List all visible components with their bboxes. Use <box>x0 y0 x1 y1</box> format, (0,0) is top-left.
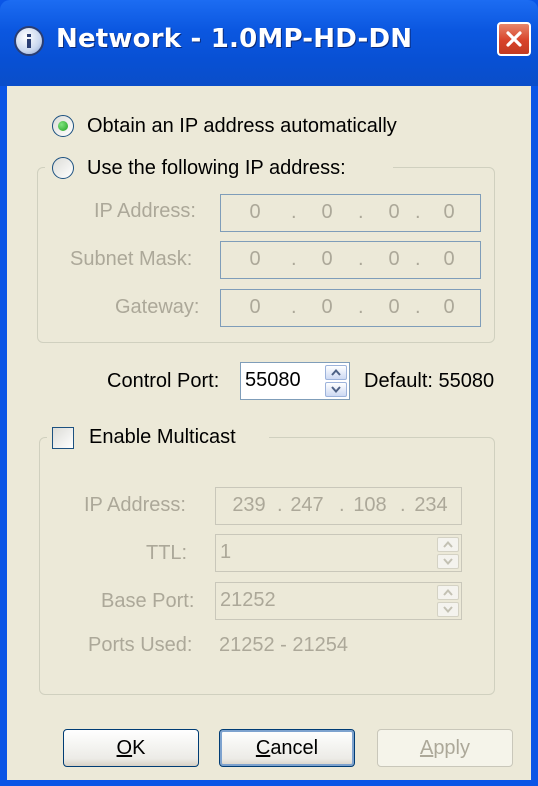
control-port-spinbox[interactable]: 55080 <box>240 362 350 400</box>
ip-separator: . <box>400 494 406 516</box>
subnet-mask-label: Subnet Mask: <box>70 248 193 270</box>
ip-octet: 0 <box>443 201 455 223</box>
chevron-down-icon <box>443 558 453 565</box>
spin-down-button <box>437 602 459 617</box>
control-port-default: Default: 55080 <box>364 370 495 392</box>
control-port-value[interactable]: 55080 <box>245 369 301 392</box>
spin-up-button[interactable] <box>325 365 347 380</box>
ttl-spin-buttons <box>437 537 459 569</box>
cancel-button[interactable]: Cancel <box>219 729 355 767</box>
gateway-octet: 0 <box>321 296 333 318</box>
multicast-ip-label: IP Address: <box>84 494 186 516</box>
cancel-mnemonic: C <box>255 737 271 759</box>
enable-multicast-label[interactable]: Enable Multicast <box>89 426 236 449</box>
chevron-down-icon <box>331 386 341 393</box>
gateway-octet: 0 <box>388 296 400 318</box>
subnet-octet: 0 <box>388 248 400 270</box>
ip-separator: . <box>358 296 364 318</box>
ip-separator: . <box>291 296 297 318</box>
dialog-client-area: Obtain an IP address automatically Use t… <box>7 86 531 780</box>
cancel-label-rest: ancel <box>270 737 319 759</box>
ports-used-value: 21252 - 21254 <box>219 634 349 656</box>
base-port-spinbox: 21252 <box>215 582 462 620</box>
ttl-label: TTL: <box>146 542 188 564</box>
apply-mnemonic: A <box>419 737 434 759</box>
subnet-octet: 0 <box>321 248 333 270</box>
multicast-octet: 108 <box>353 494 387 516</box>
gateway-octet: 0 <box>249 296 261 318</box>
chevron-up-icon <box>331 369 341 376</box>
ok-button[interactable]: OK <box>63 729 199 767</box>
radio-use-static-ip[interactable] <box>52 157 74 179</box>
ip-separator: . <box>277 494 283 516</box>
chevron-up-icon <box>443 541 453 548</box>
ip-octet: 0 <box>321 201 333 223</box>
static-ip-address-label: IP Address: <box>94 200 196 222</box>
radio-obtain-ip-auto[interactable] <box>52 115 74 137</box>
label-use-static-ip[interactable]: Use the following IP address: <box>87 157 346 180</box>
spin-up-button <box>437 585 459 600</box>
network-dialog: Network - 1.0MP-HD-DN Obtain an IP addre… <box>0 0 538 786</box>
multicast-octet: 234 <box>414 494 448 516</box>
title-bar[interactable]: Network - 1.0MP-HD-DN <box>0 0 538 86</box>
gateway-label: Gateway: <box>115 296 200 318</box>
subnet-mask-field: 0 . 0 . 0 . 0 <box>220 241 481 279</box>
spin-down-button <box>437 554 459 569</box>
ttl-value: 1 <box>220 541 232 563</box>
info-globe-icon <box>14 26 44 56</box>
ok-mnemonic: O <box>116 737 133 759</box>
control-port-label: Control Port: <box>107 370 220 392</box>
base-port-value: 21252 <box>220 589 276 611</box>
ports-used-label: Ports Used: <box>88 634 193 656</box>
close-icon <box>506 31 522 47</box>
subnet-octet: 0 <box>443 248 455 270</box>
base-port-spin-buttons <box>437 585 459 617</box>
ip-separator: . <box>291 248 297 270</box>
ip-separator: . <box>415 248 421 270</box>
ip-separator: . <box>415 201 421 223</box>
multicast-octet: 247 <box>290 494 324 516</box>
radio-selected-dot <box>58 121 68 131</box>
chevron-up-icon <box>443 589 453 596</box>
ip-separator: . <box>358 201 364 223</box>
subnet-octet: 0 <box>249 248 261 270</box>
ip-separator: . <box>291 201 297 223</box>
control-port-spin-buttons <box>325 365 347 397</box>
spin-up-button <box>437 537 459 552</box>
ip-separator: . <box>358 248 364 270</box>
ip-octet: 0 <box>249 201 261 223</box>
ttl-spinbox: 1 <box>215 534 462 572</box>
label-obtain-ip-auto[interactable]: Obtain an IP address automatically <box>87 115 397 138</box>
ip-separator: . <box>415 296 421 318</box>
ip-separator: . <box>339 494 345 516</box>
base-port-label: Base Port: <box>101 590 195 612</box>
spin-down-button[interactable] <box>325 382 347 397</box>
window-title: Network - 1.0MP-HD-DN <box>56 24 413 54</box>
gateway-octet: 0 <box>443 296 455 318</box>
enable-multicast-checkbox[interactable] <box>52 427 74 449</box>
static-ip-address-field: 0 . 0 . 0 . 0 <box>220 194 481 232</box>
multicast-ip-field: 239 . 247 . 108 . 234 <box>215 487 462 525</box>
apply-button[interactable]: Apply <box>377 729 513 767</box>
multicast-octet: 239 <box>232 494 266 516</box>
chevron-down-icon <box>443 606 453 613</box>
ip-octet: 0 <box>388 201 400 223</box>
gateway-field: 0 . 0 . 0 . 0 <box>220 289 481 327</box>
close-button[interactable] <box>497 22 531 56</box>
ok-label-rest: K <box>132 737 146 759</box>
apply-label-rest: pply <box>433 737 471 759</box>
